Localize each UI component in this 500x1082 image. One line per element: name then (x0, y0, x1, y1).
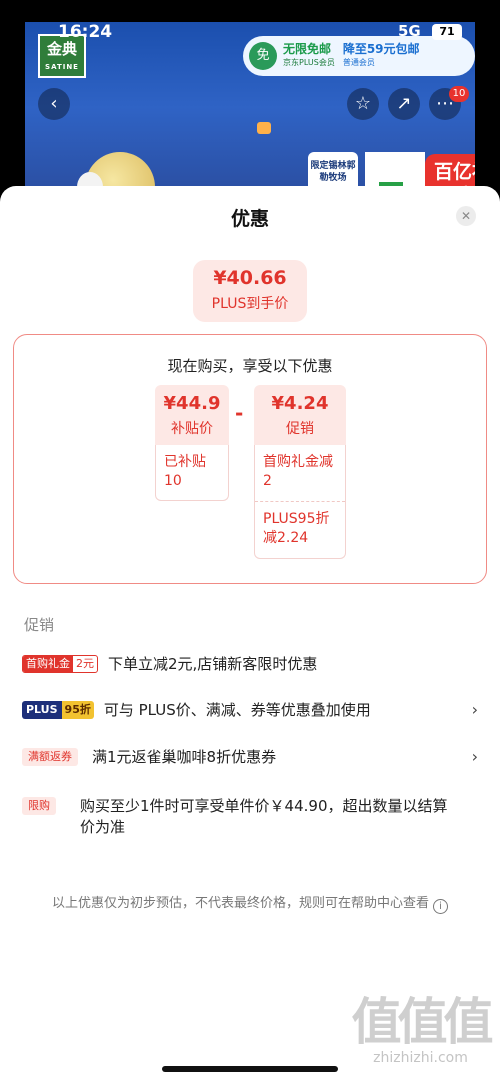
final-price-card: ¥40.66 PLUS到手价 (193, 260, 307, 322)
subsidy-note-card: 已补贴 10 (155, 445, 229, 501)
first-gift-text: 下单立减2元,店铺新客限时优惠 (108, 655, 318, 673)
chevron-right-icon[interactable]: › (472, 700, 478, 719)
site-watermark: 值值值 zhizhizhi.com (348, 993, 494, 1066)
promotion-item-plus95: PLUS95折减2.24 (263, 511, 330, 546)
final-price-label: PLUS到手价 (211, 296, 289, 312)
first-gift-tag-label: 首购礼金 (23, 656, 73, 672)
promotion-items-card: 首购礼金减2 PLUS95折减2.24 (254, 445, 346, 559)
watermark-url: zhizhizhi.com (373, 1050, 468, 1066)
final-price-amount: ¥40.66 (213, 267, 287, 289)
coupon-text: 满1元返雀巢咖啡8折优惠券 (92, 748, 277, 766)
home-indicator[interactable] (162, 1066, 338, 1072)
limit-tag: 限购 (22, 797, 56, 815)
promotion-label: 促销 (286, 421, 314, 437)
first-gift-tag: 首购礼金 2元 (22, 655, 98, 673)
promotion-section-label: 促销 (24, 616, 55, 634)
battery-icon: 71 (432, 24, 462, 40)
brand-logo-sub: SATINE (45, 63, 79, 71)
watermark-logo: 值值值 (351, 993, 494, 1051)
discount-detail-box: 现在购买，享受以下优惠 ¥44.9 补贴价 已补贴 10 - ¥4.24 促销 … (13, 334, 487, 584)
plus95-text: 可与 PLUS价、满减、券等优惠叠加使用 (103, 701, 371, 719)
promo-side-text: 降至59元包邮 (342, 42, 420, 56)
footnote: 以上优惠仅为初步预估，不代表最终价格，规则可在帮助中心查看 i (0, 892, 500, 914)
plus95-tag-value: 95折 (61, 701, 94, 719)
detail-heading: 现在购买，享受以下优惠 (167, 357, 333, 375)
back-icon[interactable]: ‹ (38, 88, 70, 120)
promo-side-sub: 普通会员 (342, 58, 375, 67)
info-icon[interactable]: i (433, 899, 448, 914)
status-network: 5G (398, 22, 421, 40)
plus-free-shipping: 无限免邮 京东PLUS会员 (283, 42, 335, 70)
subsidy-price-amount: ¥44.9 (163, 393, 221, 414)
free-shipping-badge: 免 (249, 42, 277, 70)
subsidy-price-label: 补贴价 (171, 421, 213, 437)
promo-row-first-gift: 首购礼金 2元 下单立减2元,店铺新客限时优惠 (22, 654, 482, 675)
status-time: 16:24 (58, 22, 113, 42)
promo-row-plus95[interactable]: PLUS 95折 可与 PLUS价、满减、券等优惠叠加使用 › (22, 700, 482, 721)
subsidy-note: 已补贴 10 (164, 454, 206, 489)
plus95-tag-label: PLUS (22, 701, 62, 719)
limit-text: 购买至少1件时可享受单件价￥44.90，超出数量以结算价为准 (80, 797, 448, 836)
normal-shipping: 降至59元包邮 普通会员 (343, 42, 420, 70)
discount-sheet: 优惠 ✕ ¥40.66 PLUS到手价 现在购买，享受以下优惠 ¥44.9 补贴… (0, 186, 500, 1082)
promotion-amount: ¥4.24 (271, 393, 329, 414)
shipping-promo-bar: 免 无限免邮 京东PLUS会员 降至59元包邮 普通会员 (243, 36, 475, 76)
promotion-pill: ¥4.24 促销 (254, 385, 346, 445)
lantern-image (257, 122, 271, 134)
plus95-tag: PLUS 95折 (22, 701, 94, 719)
star-icon[interactable]: ☆ (347, 88, 379, 120)
promo-main-text: 无限免邮 (283, 42, 332, 56)
first-gift-tag-value: 2元 (76, 657, 94, 670)
brand-logo-text: 金典 (46, 40, 77, 58)
promo-row-limit: 限购 购买至少1件时可享受单件价￥44.90，超出数量以结算价为准 (22, 796, 482, 838)
sheet-title: 优惠 (230, 208, 269, 230)
chevron-right-icon[interactable]: › (472, 747, 478, 766)
footnote-text: 以上优惠仅为初步预估，不代表最终价格，规则可在帮助中心查看 (51, 896, 429, 911)
promotion-item-first-gift: 首购礼金减2 (263, 454, 333, 489)
promo-row-coupon[interactable]: 满额返券 满1元返雀巢咖啡8折优惠券 › (22, 747, 482, 768)
close-icon[interactable]: ✕ (456, 206, 476, 226)
minus-operator: - (235, 401, 244, 425)
subsidy-price-pill: ¥44.9 补贴价 (155, 385, 229, 445)
share-icon[interactable]: ↗ (388, 88, 420, 120)
promo-main-sub: 京东PLUS会员 (283, 58, 335, 67)
coupon-tag: 满额返券 (22, 748, 78, 766)
more-badge: 10 (449, 86, 469, 102)
